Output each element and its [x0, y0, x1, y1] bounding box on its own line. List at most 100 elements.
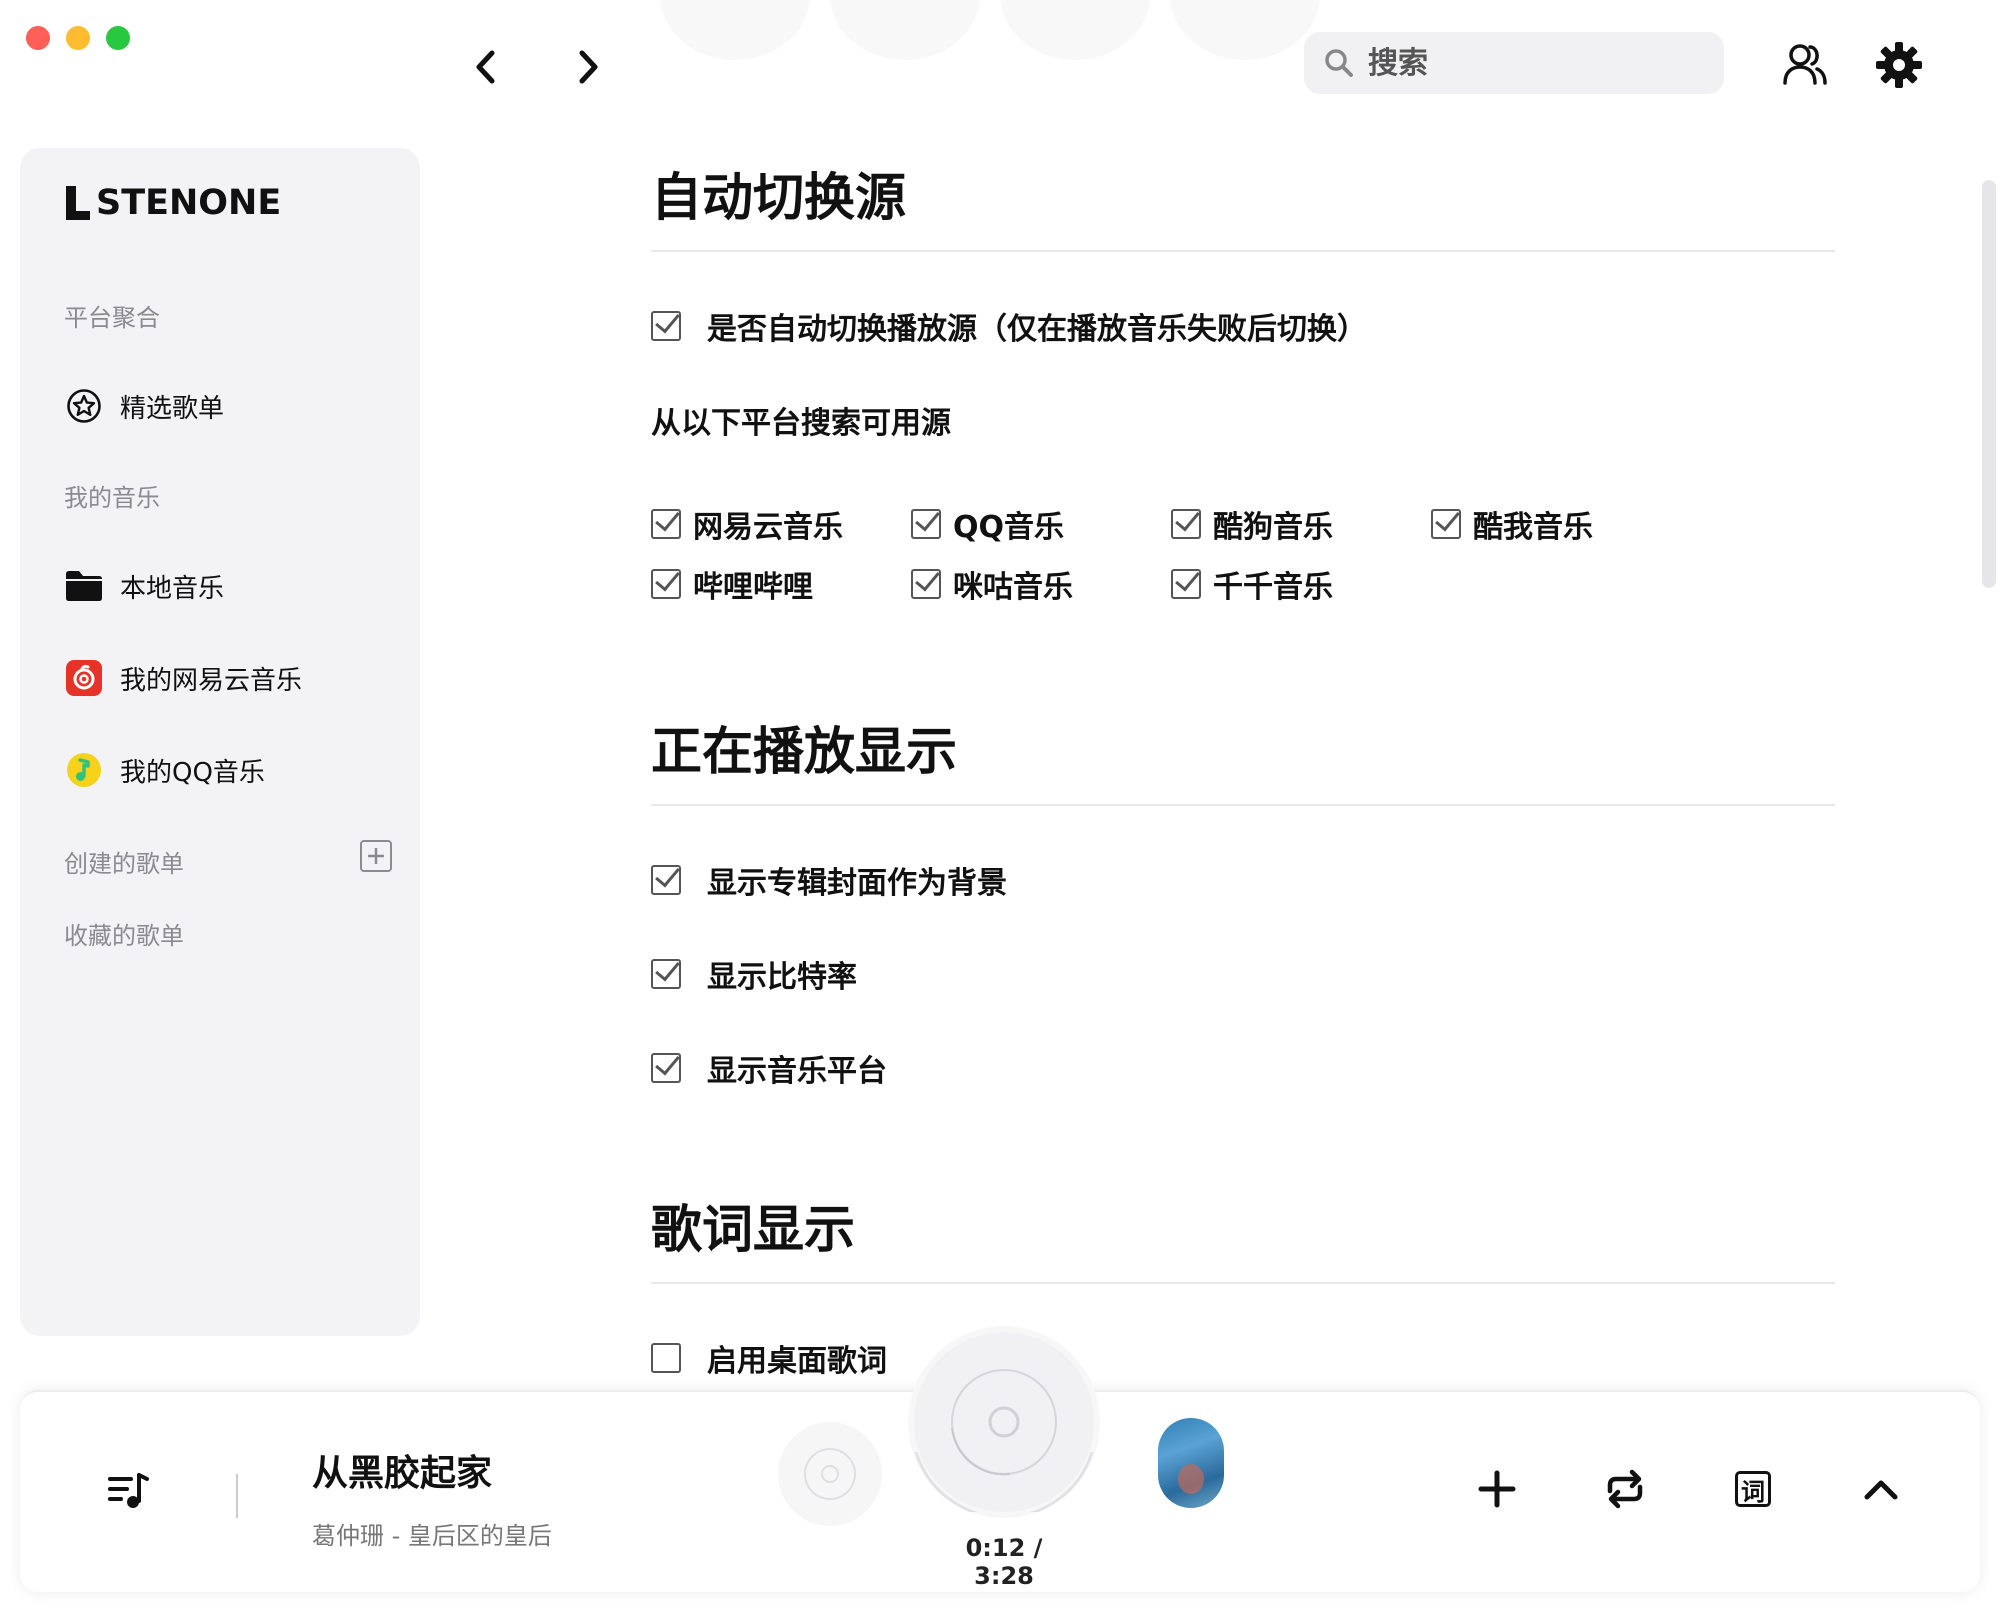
- vinyl-icon: [914, 1369, 1094, 1512]
- option-desktop-lyrics[interactable]: 启用桌面歌词: [651, 1336, 887, 1380]
- platform-option-qq[interactable]: QQ音乐: [911, 502, 1064, 546]
- platform-label: 网易云音乐: [693, 510, 843, 545]
- platform-option-migu[interactable]: 咪咕音乐: [911, 562, 1073, 606]
- checkbox-checked[interactable]: [651, 959, 681, 989]
- checkbox-checked[interactable]: [651, 311, 681, 341]
- lyrics-button[interactable]: 词: [1726, 1462, 1780, 1516]
- section-title-now-playing: 正在播放显示: [651, 723, 958, 782]
- sidebar-section-my-music: 我的音乐: [64, 484, 160, 512]
- sidebar-item-qq[interactable]: 我的QQ音乐: [64, 744, 394, 796]
- expand-player-button[interactable]: [1854, 1462, 1908, 1516]
- platform-label: 哔哩哔哩: [693, 570, 813, 605]
- platform-option-kugou[interactable]: 酷狗音乐: [1171, 502, 1333, 546]
- back-arrow-icon: [476, 50, 495, 84]
- add-playlist-button[interactable]: [360, 840, 392, 872]
- checkbox-checked[interactable]: [651, 509, 681, 539]
- netease-music-icon: [64, 658, 104, 698]
- header-decoration: [1000, 0, 1150, 60]
- search-box[interactable]: [1304, 32, 1724, 94]
- add-icon: [1478, 1470, 1516, 1508]
- sidebar-item-local-music[interactable]: 本地音乐: [64, 560, 394, 612]
- option-auto-switch[interactable]: 是否自动切换播放源（仅在播放音乐失败后切换）: [651, 304, 1367, 348]
- sidebar: STENONE 平台聚合 精选歌单 我的音乐 本地音乐 我的网易云音乐 我的QQ…: [20, 148, 420, 1336]
- platform-option-qianqian[interactable]: 千千音乐: [1171, 562, 1333, 606]
- sidebar-item-label: 我的QQ音乐: [120, 757, 265, 788]
- option-label: 显示音乐平台: [707, 1054, 887, 1089]
- section-divider: [651, 250, 1835, 252]
- option-label: 启用桌面歌词: [707, 1344, 887, 1379]
- app-logo[interactable]: STENONE: [66, 183, 282, 223]
- back-button[interactable]: [466, 44, 506, 90]
- sidebar-section-platform: 平台聚合: [64, 304, 160, 332]
- window-controls: [26, 26, 130, 50]
- queue-button[interactable]: [104, 1466, 154, 1516]
- platform-option-kuwo[interactable]: 酷我音乐: [1431, 502, 1593, 546]
- section-title-auto-switch: 自动切换源: [651, 169, 907, 228]
- sidebar-item-featured[interactable]: 精选歌单: [64, 380, 394, 432]
- disc-center: [821, 1465, 839, 1483]
- close-window-button[interactable]: [26, 26, 50, 50]
- checkbox-checked[interactable]: [651, 569, 681, 599]
- disc-ring: [804, 1448, 856, 1500]
- option-show-bitrate[interactable]: 显示比特率: [651, 952, 857, 996]
- player-divider: [236, 1474, 238, 1518]
- sidebar-item-collected[interactable]: 收藏的歌单: [64, 916, 184, 951]
- logo-mark-icon: [66, 186, 92, 220]
- checkbox-checked[interactable]: [651, 865, 681, 895]
- forward-button[interactable]: [568, 44, 608, 90]
- song-title[interactable]: 从黑胶起家: [312, 1444, 492, 1496]
- checkbox-checked[interactable]: [911, 569, 941, 599]
- checkbox-checked[interactable]: [911, 509, 941, 539]
- option-label: 显示专辑封面作为背景: [707, 866, 1007, 901]
- search-input[interactable]: [1368, 45, 1708, 81]
- option-album-background[interactable]: 显示专辑封面作为背景: [651, 858, 1007, 902]
- platform-label: 酷我音乐: [1473, 510, 1593, 545]
- plus-icon: [368, 848, 384, 864]
- section-title-lyrics: 歌词显示: [651, 1201, 856, 1260]
- queue-icon: [108, 1473, 149, 1508]
- minimize-window-button[interactable]: [66, 26, 90, 50]
- checkbox-checked[interactable]: [1171, 509, 1201, 539]
- checkbox-checked[interactable]: [651, 1053, 681, 1083]
- sidebar-item-label: 本地音乐: [120, 573, 225, 604]
- platform-option-netease[interactable]: 网易云音乐: [651, 502, 843, 546]
- header-decoration: [830, 0, 980, 60]
- option-show-platform[interactable]: 显示音乐平台: [651, 1046, 887, 1090]
- zoom-window-button[interactable]: [106, 26, 130, 50]
- chevron-up-icon: [1864, 1480, 1898, 1500]
- platform-search-subtitle: 从以下平台搜索可用源: [651, 406, 951, 441]
- add-to-playlist-button[interactable]: [1470, 1462, 1524, 1516]
- sidebar-item-label: 精选歌单: [120, 393, 225, 424]
- previous-track-disc[interactable]: [778, 1422, 882, 1526]
- header-decoration: [1170, 0, 1320, 60]
- checkbox-checked[interactable]: [1171, 569, 1201, 599]
- platform-label: 咪咕音乐: [953, 570, 1073, 605]
- next-track-cover[interactable]: [1158, 1418, 1224, 1508]
- checkbox-checked[interactable]: [1431, 509, 1461, 539]
- platform-label: 酷狗音乐: [1213, 510, 1333, 545]
- platform-option-bilibili[interactable]: 哔哩哔哩: [651, 562, 813, 606]
- player-bar: 从黑胶起家 葛仲珊 - 皇后区的皇后 0:12 / 3:28 词: [20, 1332, 1980, 1592]
- scrollbar-thumb[interactable]: [1982, 180, 1996, 588]
- repeat-button[interactable]: [1598, 1462, 1652, 1516]
- users-icon: [1783, 44, 1827, 85]
- search-icon: [1325, 49, 1353, 77]
- song-artist-album[interactable]: 葛仲珊 - 皇后区的皇后: [312, 1516, 552, 1551]
- folder-icon: [64, 566, 104, 606]
- platform-label: 千千音乐: [1213, 570, 1333, 605]
- settings-button[interactable]: [1872, 38, 1926, 92]
- logo-text: STENONE: [96, 183, 282, 223]
- checkbox-unchecked[interactable]: [651, 1343, 681, 1373]
- section-divider: [651, 804, 1835, 806]
- now-playing-disc[interactable]: [914, 1332, 1094, 1512]
- sidebar-item-netease[interactable]: 我的网易云音乐: [64, 652, 394, 704]
- qq-music-icon: [64, 750, 104, 790]
- users-button[interactable]: [1778, 38, 1832, 92]
- platform-label: QQ音乐: [953, 510, 1065, 545]
- header-decoration: [660, 0, 810, 60]
- playback-time: 0:12 / 3:28: [965, 1534, 1043, 1590]
- option-label: 显示比特率: [707, 960, 857, 995]
- sidebar-section-created: 创建的歌单: [64, 850, 184, 878]
- star-badge-icon: [64, 386, 104, 426]
- gear-icon: [1876, 42, 1922, 88]
